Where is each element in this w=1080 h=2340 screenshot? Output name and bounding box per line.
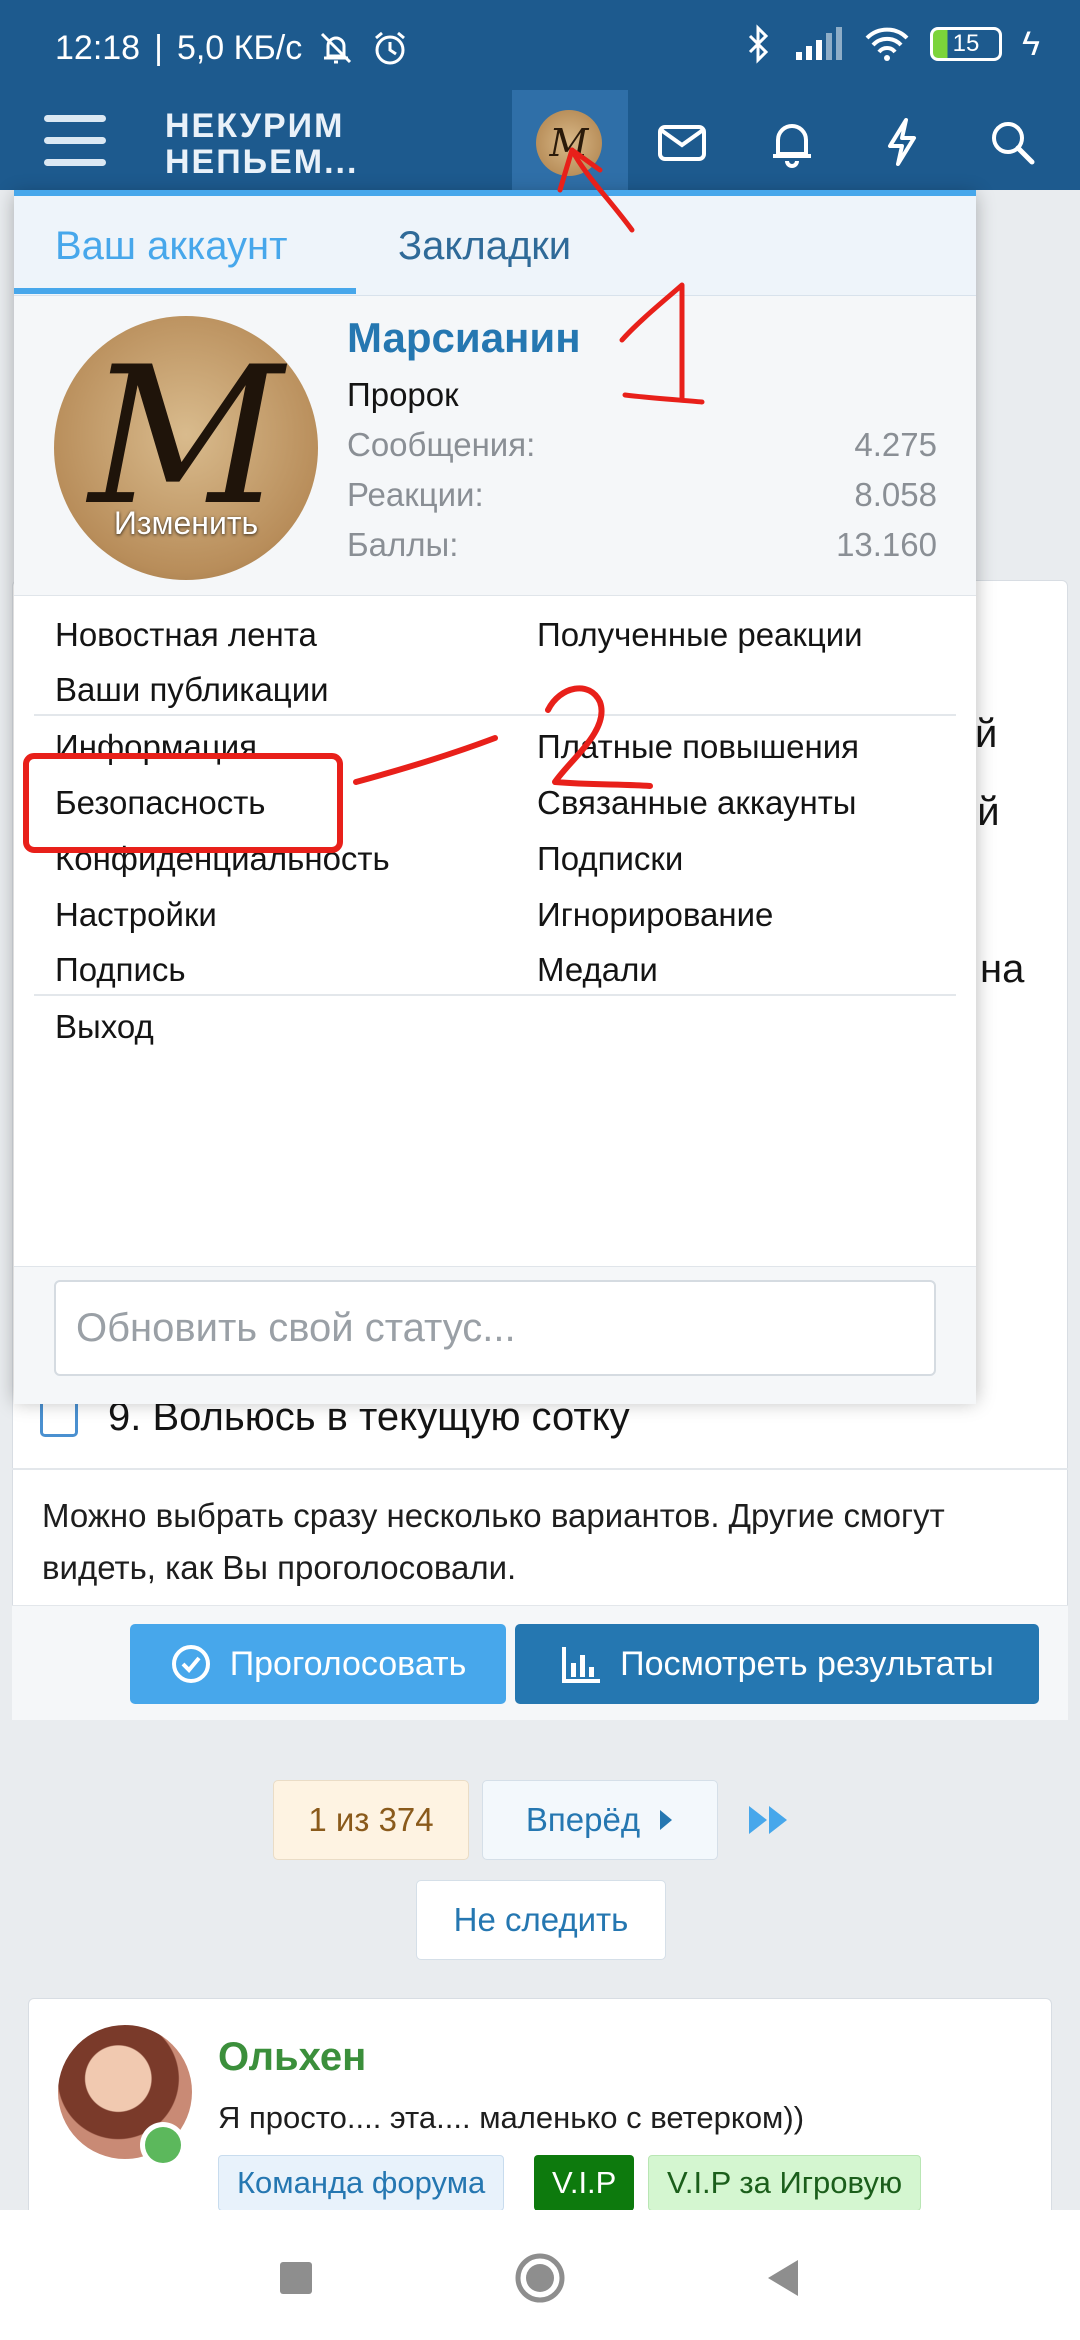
username[interactable]: Марсианин: [347, 314, 581, 362]
app-header: НЕКУРИМ НЕПЬЕМ... M: [0, 90, 1080, 190]
profile-avatar[interactable]: M Изменить: [54, 316, 318, 580]
search-icon[interactable]: [982, 112, 1042, 172]
menu-your-posts[interactable]: Ваши публикации: [55, 671, 329, 709]
status-bar: 12:18 | 5,0 КБ/с 15 ϟ: [0, 0, 1080, 90]
account-menu-tabs: Ваш аккаунт Закладки: [14, 196, 976, 296]
menu-security[interactable]: Безопасность: [55, 784, 266, 822]
site-logo[interactable]: НЕКУРИМ НЕПЬЕМ...: [165, 108, 358, 180]
bar-chart-icon: [562, 1647, 601, 1683]
menu-icon[interactable]: [44, 115, 106, 167]
network-speed: 5,0 КБ/с: [176, 28, 303, 67]
system-navigation-bar: [0, 2210, 1080, 2340]
bluetooth-icon: [748, 24, 769, 64]
bell-icon[interactable]: [762, 112, 822, 172]
divider: [34, 994, 956, 996]
post-author-status: Я просто.... эта.... маленько с ветерком…: [218, 2100, 805, 2135]
menu-signature[interactable]: Подпись: [55, 951, 186, 989]
signal-icon: [796, 27, 842, 60]
text-fragment: на: [980, 947, 1025, 991]
user-title: Пророк: [347, 376, 459, 413]
status-update-input[interactable]: [54, 1280, 936, 1376]
user-badge: V.I.P за Игровую: [648, 2155, 922, 2211]
mail-icon[interactable]: [652, 112, 712, 172]
menu-news-feed[interactable]: Новостная лента: [55, 616, 317, 654]
profile-summary: M Изменить Марсианин Пророк Сообщения: 4…: [14, 296, 976, 596]
menu-information[interactable]: Информация: [55, 728, 257, 766]
text-fragment: й: [975, 712, 998, 756]
menu-logout[interactable]: Выход: [55, 1008, 154, 1046]
post-author[interactable]: Ольхен: [218, 2035, 366, 2080]
tab-bookmarks[interactable]: Закладки: [398, 224, 571, 269]
wifi-icon: [865, 27, 909, 61]
menu-privacy[interactable]: Конфиденциальность: [55, 840, 390, 878]
poll-checkbox[interactable]: [40, 1398, 78, 1437]
stat-points: Баллы: 13.160: [347, 526, 937, 563]
home-icon[interactable]: [512, 2250, 568, 2306]
header-avatar[interactable]: M: [536, 110, 602, 176]
menu-ignored[interactable]: Игнорирование: [537, 896, 773, 934]
recent-apps-icon[interactable]: [268, 2250, 324, 2306]
back-icon[interactable]: [756, 2250, 812, 2306]
account-menu: Ваш аккаунт Закладки M Изменить Марсиани…: [14, 190, 976, 1404]
alarm-icon: [375, 31, 406, 65]
stat-reactions: Реакции: 8.058: [347, 476, 937, 513]
menu-settings[interactable]: Настройки: [55, 896, 217, 934]
muted-bell-icon: [321, 32, 352, 64]
lightning-icon[interactable]: [872, 112, 932, 172]
change-avatar-link[interactable]: Изменить: [54, 505, 318, 542]
tab-your-account[interactable]: Ваш аккаунт: [55, 224, 287, 269]
unfollow-button[interactable]: Не следить: [416, 1880, 666, 1960]
menu-subscriptions[interactable]: Подписки: [537, 840, 683, 878]
clock: 12:18: [55, 28, 141, 67]
active-tab-indicator: [14, 288, 356, 294]
menu-medals[interactable]: Медали: [537, 951, 658, 989]
next-page-button[interactable]: Вперёд: [482, 1780, 718, 1860]
last-page-icon[interactable]: [745, 1800, 795, 1840]
poll-note: Можно выбрать сразу несколько вариантов.…: [42, 1497, 945, 1586]
user-badge: V.I.P: [534, 2155, 635, 2211]
online-status-icon: [140, 2122, 186, 2168]
divider: [12, 1468, 1068, 1470]
menu-connected-accounts[interactable]: Связанные аккаунты: [537, 784, 857, 822]
caret-right-icon: [660, 1810, 673, 1830]
check-circle-icon: [171, 1645, 210, 1683]
view-results-button[interactable]: Посмотреть результаты: [515, 1624, 1039, 1704]
stat-messages: Сообщения: 4.275: [347, 426, 937, 463]
vote-button[interactable]: Проголосовать: [130, 1624, 506, 1704]
charging-icon: ϟ: [1022, 24, 1040, 63]
battery-icon: 15: [930, 27, 1002, 61]
user-badge: Команда форума: [218, 2155, 505, 2211]
page-indicator[interactable]: 1 из 374: [273, 1780, 469, 1860]
divider: [34, 714, 956, 716]
menu-paid-upgrades[interactable]: Платные повышения: [537, 728, 859, 766]
menu-received-reactions[interactable]: Полученные реакции: [537, 616, 863, 654]
